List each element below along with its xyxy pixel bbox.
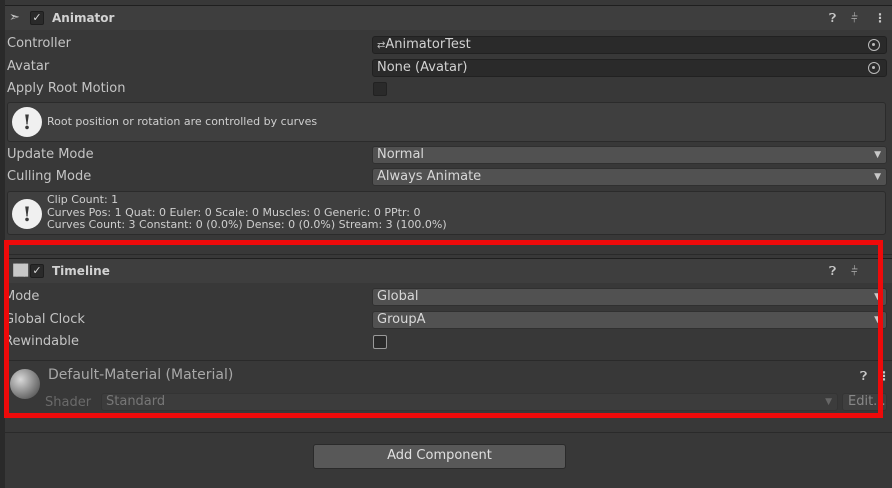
- mode-value: Global: [377, 289, 419, 304]
- timeline-component-icon: ▐█▌: [9, 264, 32, 277]
- more-icon[interactable]: ⋮: [878, 369, 890, 383]
- update-mode-label: Update Mode: [7, 147, 94, 162]
- add-component-label: Add Component: [387, 448, 492, 463]
- shader-edit-button[interactable]: Edit...: [842, 393, 887, 411]
- rewindable-label: Rewindable: [4, 334, 80, 349]
- preset-icon[interactable]: ⫩: [851, 264, 858, 278]
- object-picker-icon[interactable]: [868, 62, 880, 74]
- add-component-button[interactable]: Add Component: [313, 444, 566, 469]
- global-clock-dropdown[interactable]: GroupA ▼: [372, 311, 887, 329]
- help-icon[interactable]: ❓︎: [829, 11, 836, 25]
- apply-root-motion-label: Apply Root Motion: [7, 81, 126, 96]
- controller-label: Controller: [7, 36, 71, 51]
- stats-line: Curves Count: 3 Constant: 0 (0.0%) Dense…: [47, 218, 447, 231]
- timeline-title: Timeline: [52, 264, 110, 278]
- more-icon[interactable]: ⋮: [874, 11, 886, 25]
- global-clock-label: Global Clock: [4, 312, 85, 327]
- timeline-header[interactable]: ▐█▌ ✓ Timeline ❓︎ ⫩ ⋮: [5, 258, 892, 283]
- animator-header[interactable]: ➣ ✓ Animator ❓︎ ⫩ ⋮: [5, 5, 892, 30]
- rewindable-checkbox[interactable]: [373, 335, 387, 349]
- material-section: Default-Material (Material) ❓︎ ⋮ Shader …: [5, 361, 892, 416]
- separator: [5, 432, 892, 433]
- inspector-panel: ➣ ✓ Animator ❓︎ ⫩ ⋮ Controller ⇄Animator…: [0, 0, 892, 488]
- root-motion-note: Root position or rotation are controlled…: [47, 115, 318, 128]
- update-mode-dropdown[interactable]: Normal ▼: [372, 146, 887, 164]
- shader-edit-label: Edit...: [848, 394, 886, 409]
- dropdown-arrow-icon: ▼: [874, 172, 881, 182]
- avatar-value: None (Avatar): [377, 60, 468, 75]
- help-icon[interactable]: ❓︎: [829, 264, 836, 278]
- info-icon: !: [12, 199, 42, 229]
- mode-label: Mode: [4, 289, 40, 304]
- controller-value: AnimatorTest: [385, 37, 471, 52]
- dropdown-arrow-icon: ▼: [874, 150, 881, 160]
- help-icon[interactable]: ❓︎: [860, 369, 867, 383]
- update-mode-value: Normal: [377, 147, 425, 162]
- animator-stats-helpbox: ! Clip Count: 1 Curves Pos: 1 Quat: 0 Eu…: [7, 191, 886, 235]
- material-sphere-icon: [10, 369, 40, 399]
- culling-mode-value: Always Animate: [377, 169, 482, 184]
- dropdown-arrow-icon: ▼: [825, 397, 832, 407]
- stats-line: Clip Count: 1: [47, 193, 119, 206]
- separator: [5, 254, 892, 255]
- animator-stats: Clip Count: 1 Curves Pos: 1 Quat: 0 Eule…: [47, 193, 447, 232]
- object-picker-icon[interactable]: [868, 39, 880, 51]
- shader-dropdown[interactable]: Standard ▼: [101, 393, 838, 411]
- animator-component-icon: ➣: [9, 10, 20, 25]
- shader-value: Standard: [106, 394, 166, 409]
- more-icon[interactable]: ⋮: [874, 264, 886, 278]
- shader-label: Shader: [45, 395, 92, 410]
- avatar-label: Avatar: [7, 59, 50, 74]
- preset-icon[interactable]: ⫩: [851, 11, 858, 25]
- timeline-enabled-checkbox[interactable]: ✓: [30, 264, 44, 278]
- culling-mode-label: Culling Mode: [7, 169, 92, 184]
- apply-root-motion-checkbox[interactable]: [373, 82, 387, 96]
- animator-enabled-checkbox[interactable]: ✓: [30, 11, 44, 25]
- dropdown-arrow-icon: ▼: [874, 315, 881, 325]
- controller-field[interactable]: ⇄AnimatorTest: [372, 36, 887, 54]
- info-icon: !: [12, 107, 42, 137]
- mode-dropdown[interactable]: Global ▼: [372, 288, 887, 306]
- animator-title: Animator: [52, 11, 115, 25]
- culling-mode-dropdown[interactable]: Always Animate ▼: [372, 168, 887, 186]
- root-motion-helpbox: ! Root position or rotation are controll…: [7, 102, 886, 142]
- avatar-field[interactable]: None (Avatar): [372, 59, 887, 77]
- dropdown-arrow-icon: ▼: [874, 292, 881, 302]
- material-title: Default-Material (Material): [48, 367, 234, 383]
- global-clock-value: GroupA: [377, 312, 426, 327]
